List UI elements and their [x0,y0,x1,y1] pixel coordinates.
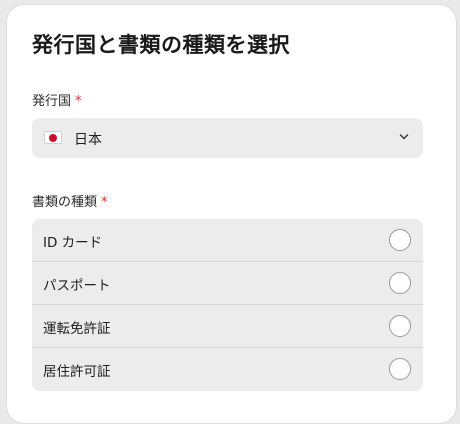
option-id-card[interactable]: ID カード [32,219,423,262]
page-title: 発行国と書類の種類を選択 [32,33,290,57]
document-type-label-text: 書類の種類 [32,195,98,210]
japan-flag-icon [44,131,62,144]
country-select-value: 日本 [74,132,102,148]
option-label: 運転免許証 [43,321,111,337]
required-mark: * [75,94,82,109]
document-type-options: ID カード パスポート 運転免許証 居住許可証 [32,219,423,391]
radio-button[interactable] [389,358,411,380]
document-type-label: 書類の種類 * [32,191,108,210]
selection-card: 発行国と書類の種類を選択 発行国 * 日本 書類の種類 * ID カード パスポート… [6,4,457,424]
option-label: 居住許可証 [43,364,111,380]
required-mark: * [101,195,108,210]
radio-button[interactable] [389,315,411,337]
country-label-text: 発行国 [32,94,72,109]
chevron-down-icon [399,134,409,140]
country-select[interactable]: 日本 [32,118,423,158]
option-passport[interactable]: パスポート [32,262,423,305]
radio-button[interactable] [389,272,411,294]
option-drivers-license[interactable]: 運転免許証 [32,305,423,348]
option-residence-permit[interactable]: 居住許可証 [32,348,423,391]
option-label: ID カード [43,235,103,251]
country-label: 発行国 * [32,90,82,109]
radio-button[interactable] [389,229,411,251]
option-label: パスポート [43,278,111,294]
